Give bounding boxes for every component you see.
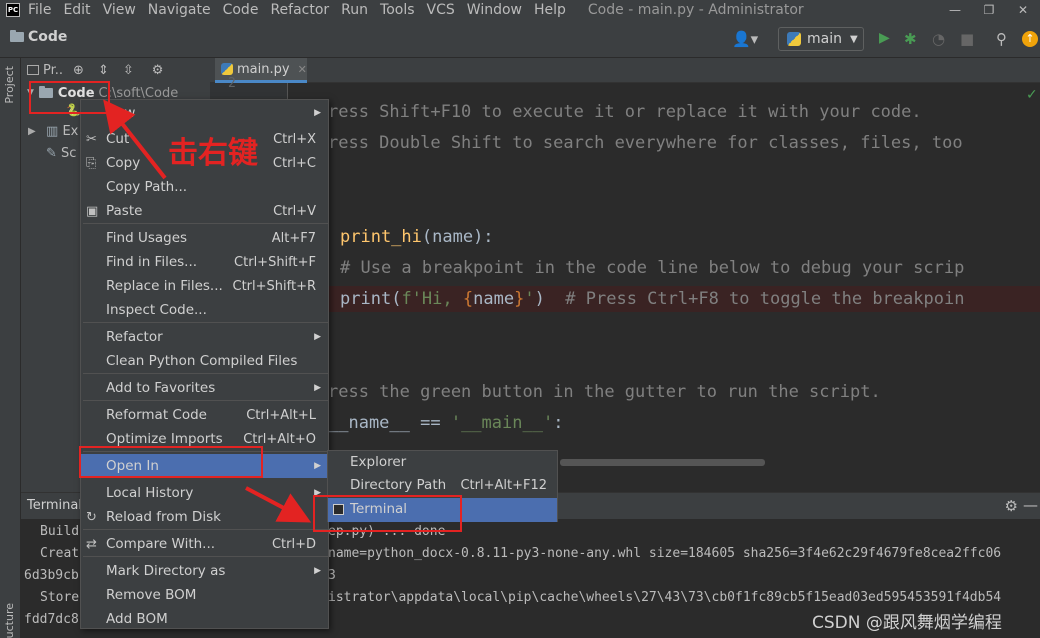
annotation-arrow-1 (103, 99, 167, 180)
watermark: CSDN @跟风舞烟学编程 (812, 613, 1002, 633)
annotation-text: 击右键 (168, 136, 258, 171)
annotation-arrow-2 (245, 486, 312, 523)
annotation-arrows (103, 99, 312, 523)
